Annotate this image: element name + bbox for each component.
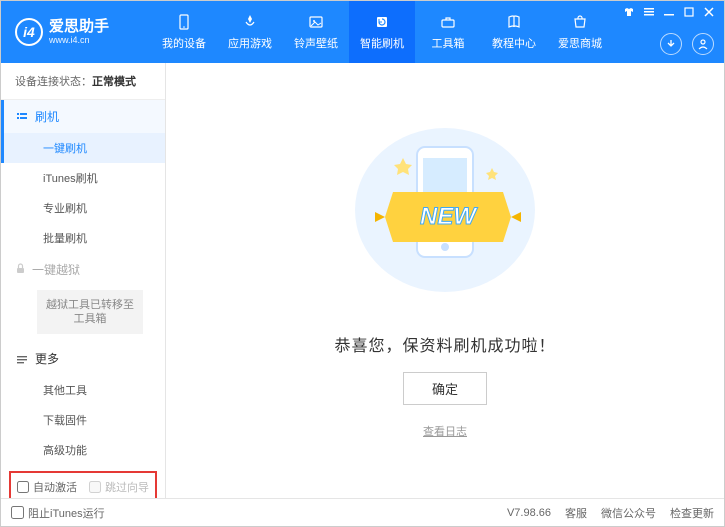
sidebar-item-advanced[interactable]: 高级功能 [1,435,165,465]
toolbox-icon [439,13,457,31]
checkbox-label: 自动激活 [33,479,77,495]
jailbreak-label: 一键越狱 [32,261,80,278]
footer-left: 阻止iTunes运行 [11,505,105,521]
section-label: 更多 [35,350,59,367]
skin-icon[interactable] [624,7,634,20]
body: 设备连接状态：正常模式 刷机 一键刷机 iTunes刷机 专业刷机 批量刷机 一… [1,63,724,498]
footer-update[interactable]: 检查更新 [670,505,714,521]
checkbox-label: 跳过向导 [105,479,149,495]
sidebar-item-download-fw[interactable]: 下载固件 [1,405,165,435]
logo-area: i4 爱思助手 www.i4.cn [1,18,151,46]
sidebar: 设备连接状态：正常模式 刷机 一键刷机 iTunes刷机 专业刷机 批量刷机 一… [1,63,166,498]
download-button[interactable] [660,33,682,55]
sidebar-section-more[interactable]: 更多 [1,342,165,375]
logo-title: 爱思助手 [49,19,109,35]
close-icon[interactable] [704,7,714,20]
status-value: 正常模式 [92,76,136,88]
list-icon [15,111,29,123]
logo-icon: i4 [15,18,43,46]
phone-icon [175,13,193,31]
nav-label: 教程中心 [492,35,536,51]
nav-apps[interactable]: 应用游戏 [217,1,283,63]
main-content: NEW 恭喜您，保资料刷机成功啦！ 确定 查看日志 [166,63,724,498]
window-controls [624,7,714,20]
nav-label: 智能刷机 [360,35,404,51]
header-actions [660,33,714,55]
sidebar-item-pro[interactable]: 专业刷机 [1,193,165,223]
book-icon [505,13,523,31]
device-status: 设备连接状态：正常模式 [1,63,165,100]
image-icon [307,13,325,31]
svg-text:NEW: NEW [420,203,478,230]
checkbox-auto-activate[interactable]: 自动激活 [17,479,77,495]
user-button[interactable] [692,33,714,55]
logo-text: 爱思助手 www.i4.cn [49,19,109,45]
sidebar-item-batch[interactable]: 批量刷机 [1,223,165,253]
footer: 阻止iTunes运行 V7.98.66 客服 微信公众号 检查更新 [1,498,724,526]
nav-label: 我的设备 [162,35,206,51]
success-message: 恭喜您，保资料刷机成功啦！ [334,332,555,356]
menu-icon[interactable] [644,7,654,20]
version-label: V7.98.66 [507,507,551,519]
refresh-icon [373,13,391,31]
nav-label: 爱思商城 [558,35,602,51]
checkbox-input[interactable] [89,481,101,493]
footer-support[interactable]: 客服 [565,505,587,521]
checkbox-input[interactable] [17,481,29,493]
nav-my-device[interactable]: 我的设备 [151,1,217,63]
nav-smart-flash[interactable]: 智能刷机 [349,1,415,63]
sidebar-item-othertools[interactable]: 其他工具 [1,375,165,405]
nav-toolbox[interactable]: 工具箱 [415,1,481,63]
maximize-icon[interactable] [684,7,694,20]
section-label: 刷机 [35,108,59,125]
nav-ringtones[interactable]: 铃声壁纸 [283,1,349,63]
view-log-link[interactable]: 查看日志 [423,423,467,439]
block-itunes-label: 阻止iTunes运行 [28,505,105,521]
activation-options: 自动激活 跳过向导 [9,471,157,498]
nav-label: 工具箱 [432,35,465,51]
nav-store[interactable]: 爱思商城 [547,1,613,63]
app-header: i4 爱思助手 www.i4.cn 我的设备 应用游戏 铃声壁纸 智能刷机 工具… [1,1,724,63]
logo-subtitle: www.i4.cn [49,35,109,45]
jailbreak-note: 越狱工具已转移至工具箱 [37,290,143,334]
apps-icon [241,13,259,31]
more-icon [15,353,29,365]
sidebar-item-oneclick[interactable]: 一键刷机 [1,133,165,163]
success-illustration: NEW [345,122,545,300]
lock-icon [15,263,26,277]
nav-label: 铃声壁纸 [294,35,338,51]
sidebar-section-flash[interactable]: 刷机 [1,100,165,133]
footer-right: V7.98.66 客服 微信公众号 检查更新 [507,505,714,521]
sidebar-section-jailbreak: 一键越狱 [1,253,165,286]
top-nav: 我的设备 应用游戏 铃声壁纸 智能刷机 工具箱 教程中心 爱思商城 [151,1,613,63]
nav-label: 应用游戏 [228,35,272,51]
footer-wechat[interactable]: 微信公众号 [601,505,656,521]
checkbox-skip-setup[interactable]: 跳过向导 [89,479,149,495]
minimize-icon[interactable] [664,7,674,20]
sidebar-item-itunes[interactable]: iTunes刷机 [1,163,165,193]
status-prefix: 设备连接状态： [15,76,92,88]
block-itunes-checkbox[interactable] [11,506,24,519]
store-icon [571,13,589,31]
nav-tutorials[interactable]: 教程中心 [481,1,547,63]
ok-button[interactable]: 确定 [403,372,487,405]
